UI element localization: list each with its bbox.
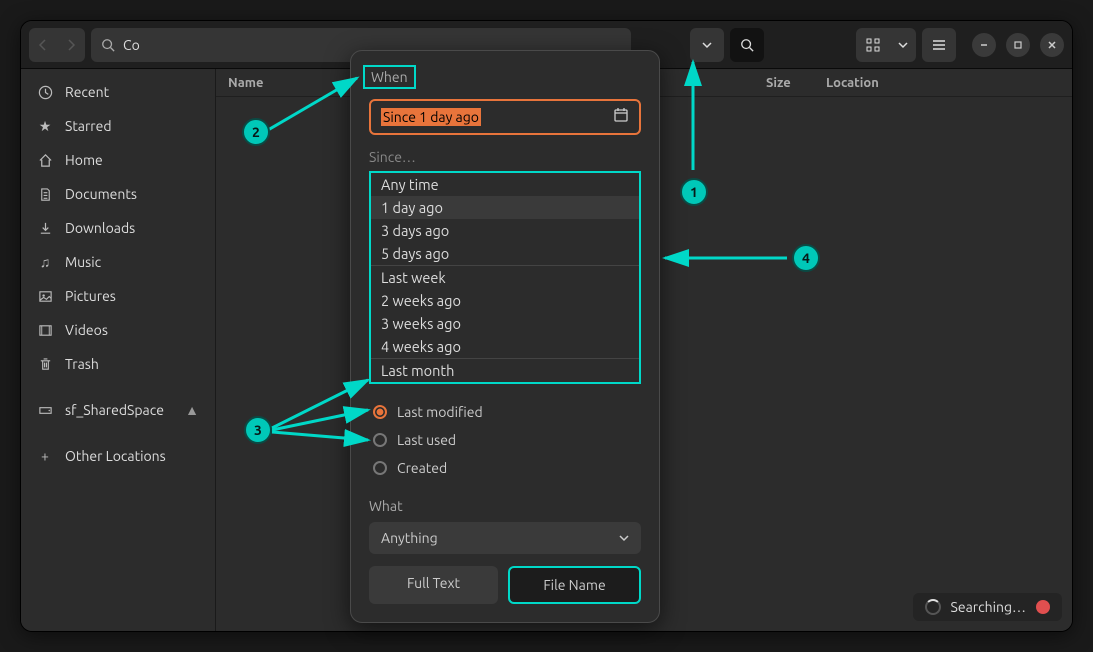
- sidebar-item-label: Downloads: [65, 220, 135, 236]
- sidebar-item-starred[interactable]: ★ Starred: [21, 109, 215, 143]
- time-option[interactable]: 3 weeks ago: [371, 312, 639, 335]
- star-icon: ★: [37, 118, 53, 134]
- full-text-button[interactable]: Full Text: [369, 566, 498, 604]
- sidebar-item-label: Trash: [65, 356, 99, 372]
- stop-search-button[interactable]: [1036, 600, 1050, 614]
- annotation-marker-2: 2: [242, 118, 270, 146]
- sidebar-item-label: Starred: [65, 118, 112, 134]
- annotation-marker-3: 3: [244, 416, 272, 444]
- image-icon: [37, 288, 53, 304]
- search-scope-toggle: Full Text File Name: [369, 566, 641, 604]
- sidebar-item-recent[interactable]: Recent: [21, 75, 215, 109]
- sidebar-item-documents[interactable]: Documents: [21, 177, 215, 211]
- search-dropdown-button[interactable]: [690, 28, 724, 62]
- chevron-right-icon: [66, 39, 76, 51]
- search-icon: [740, 38, 754, 52]
- sidebar: Recent ★ Starred Home Documents Downloads…: [21, 69, 216, 631]
- sidebar-item-label: sf_SharedSpace: [65, 402, 164, 418]
- time-options-list: Any time 1 day ago 3 days ago 5 days ago…: [369, 171, 641, 384]
- radio-last-used[interactable]: Last used: [369, 426, 641, 454]
- sidebar-item-label: Documents: [65, 186, 137, 202]
- menu-icon: [932, 39, 946, 51]
- maximize-icon: [1013, 40, 1023, 50]
- radio-icon: [373, 405, 387, 419]
- clock-icon: [37, 84, 53, 100]
- window-controls: [972, 33, 1064, 57]
- drive-icon: [37, 402, 53, 418]
- forward-button[interactable]: [57, 28, 85, 62]
- sidebar-item-videos[interactable]: Videos: [21, 313, 215, 347]
- download-icon: [37, 220, 53, 236]
- time-option[interactable]: Last month: [371, 359, 639, 382]
- chevron-down-icon: [619, 534, 629, 542]
- time-option[interactable]: 2 weeks ago: [371, 289, 639, 312]
- chevron-down-icon: [898, 41, 908, 49]
- home-icon: [37, 152, 53, 168]
- sidebar-item-other-locations[interactable]: + Other Locations: [21, 439, 215, 473]
- video-icon: [37, 322, 53, 338]
- sidebar-item-music[interactable]: ♫ Music: [21, 245, 215, 279]
- sidebar-item-drive[interactable]: sf_SharedSpace ▲: [21, 393, 215, 427]
- what-label: What: [369, 498, 641, 514]
- sidebar-item-downloads[interactable]: Downloads: [21, 211, 215, 245]
- status-bar: Searching…: [913, 593, 1062, 621]
- chevron-left-icon: [38, 39, 48, 51]
- document-icon: [37, 186, 53, 202]
- time-option[interactable]: Last week: [371, 266, 639, 289]
- minimize-button[interactable]: [972, 33, 996, 57]
- maximize-button[interactable]: [1006, 33, 1030, 57]
- sidebar-item-label: Home: [65, 152, 103, 168]
- search-icon: [101, 38, 115, 52]
- date-type-radios: Last modified Last used Created: [369, 398, 641, 482]
- chevron-down-icon: [702, 41, 712, 49]
- sidebar-item-home[interactable]: Home: [21, 143, 215, 177]
- close-icon: [1047, 40, 1057, 50]
- minimize-icon: [979, 40, 989, 50]
- nav-button-group: [29, 28, 85, 62]
- time-option[interactable]: 3 days ago: [371, 219, 639, 242]
- annotation-marker-1: 1: [680, 178, 708, 206]
- search-toggle-button[interactable]: [730, 28, 764, 62]
- eject-icon[interactable]: ▲: [185, 402, 199, 418]
- time-option[interactable]: 5 days ago: [371, 242, 639, 265]
- sidebar-item-label: Other Locations: [65, 448, 166, 464]
- music-icon: ♫: [37, 254, 53, 270]
- trash-icon: [37, 356, 53, 372]
- file-name-button[interactable]: File Name: [508, 566, 641, 604]
- radio-icon: [373, 461, 387, 475]
- sidebar-item-pictures[interactable]: Pictures: [21, 279, 215, 313]
- what-select[interactable]: Anything: [369, 522, 641, 554]
- view-options-button[interactable]: [890, 28, 916, 62]
- hamburger-menu-button[interactable]: [922, 28, 956, 62]
- view-switcher: [856, 28, 916, 62]
- grid-icon: [866, 38, 880, 52]
- sidebar-item-label: Music: [65, 254, 101, 270]
- sidebar-item-label: Pictures: [65, 288, 116, 304]
- since-value: Since 1 day ago: [381, 108, 481, 126]
- time-option[interactable]: 4 weeks ago: [371, 335, 639, 358]
- sidebar-item-label: Recent: [65, 84, 109, 100]
- since-sublabel: Since…: [369, 149, 641, 165]
- search-options-popup: When Since 1 day ago Since… Any time 1 d…: [350, 50, 660, 623]
- calendar-icon[interactable]: [613, 107, 629, 127]
- spinner-icon: [925, 599, 941, 615]
- annotation-marker-4: 4: [792, 244, 820, 272]
- close-button[interactable]: [1040, 33, 1064, 57]
- column-location[interactable]: Location: [826, 76, 1072, 90]
- grid-view-button[interactable]: [856, 28, 890, 62]
- radio-last-modified[interactable]: Last modified: [369, 398, 641, 426]
- column-size[interactable]: Size: [766, 76, 826, 90]
- sidebar-item-label: Videos: [65, 322, 108, 338]
- radio-icon: [373, 433, 387, 447]
- back-button[interactable]: [29, 28, 57, 62]
- plus-icon: +: [37, 448, 53, 464]
- time-option[interactable]: 1 day ago: [371, 196, 639, 219]
- radio-created[interactable]: Created: [369, 454, 641, 482]
- status-text: Searching…: [951, 599, 1026, 615]
- time-option[interactable]: Any time: [371, 173, 639, 196]
- since-input[interactable]: Since 1 day ago: [369, 99, 641, 135]
- when-label: When: [363, 65, 416, 89]
- sidebar-item-trash[interactable]: Trash: [21, 347, 215, 381]
